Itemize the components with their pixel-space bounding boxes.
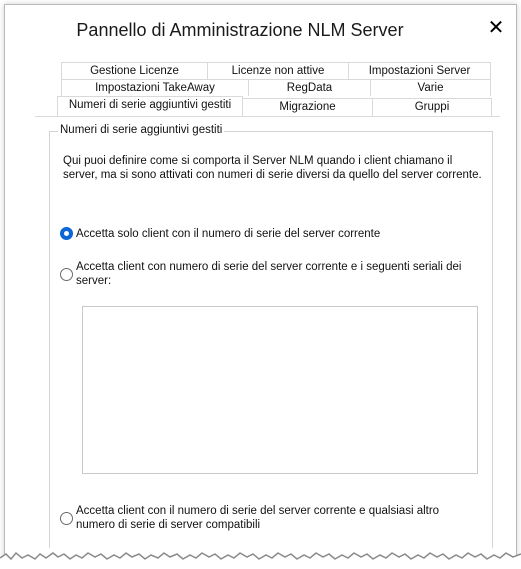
close-icon[interactable]: ✕	[482, 13, 510, 41]
tab-row-3: Numeri di serie aggiuntivi gestiti Migra…	[57, 96, 498, 116]
admin-dialog: Pannello di Amministrazione NLM Server ✕…	[4, 4, 517, 562]
tab-migrazione[interactable]: Migrazione	[242, 98, 373, 116]
radio-unselected-icon[interactable]	[60, 512, 73, 525]
option-label: Accetta client con numero di serie del s…	[76, 261, 462, 287]
tab-numeri-serie-aggiuntivi[interactable]: Numeri di serie aggiuntivi gestiti	[57, 96, 243, 116]
title-bar: Pannello di Amministrazione NLM Server ✕	[5, 5, 516, 55]
tab-impostazioni-server[interactable]: Impostazioni Server	[348, 62, 491, 79]
option-label: Accetta solo client con il numero di ser…	[76, 228, 381, 240]
tab-panel: Numeri di serie aggiuntivi gestiti Qui p…	[35, 116, 500, 548]
group-legend: Numeri di serie aggiuntivi gestiti	[58, 124, 225, 136]
radio-selected-icon[interactable]	[60, 227, 73, 240]
server-serials-listbox[interactable]	[82, 306, 478, 474]
tab-regdata[interactable]: RegData	[248, 79, 371, 96]
window-title: Pannello di Amministrazione NLM Server	[76, 20, 404, 40]
tab-row-2: Impostazioni TakeAway RegData Varie	[61, 79, 492, 96]
group-description: Qui puoi definire come si comporta il Se…	[63, 155, 482, 181]
tab-gruppi[interactable]: Gruppi	[372, 98, 492, 116]
serial-numbers-group: Numeri di serie aggiuntivi gestiti Qui p…	[49, 124, 493, 548]
option-current-and-list[interactable]: Accetta client con numero di serie del s…	[60, 260, 480, 288]
tab-impostazioni-takeaway[interactable]: Impostazioni TakeAway	[61, 79, 249, 96]
radio-unselected-icon[interactable]	[60, 268, 73, 281]
tab-varie[interactable]: Varie	[370, 79, 491, 96]
tab-gestione-licenze[interactable]: Gestione Licenze	[61, 62, 208, 79]
tab-licenze-non-attive[interactable]: Licenze non attive	[207, 62, 349, 79]
option-current-and-compatible[interactable]: Accetta client con il numero di serie de…	[60, 504, 480, 532]
torn-edge	[0, 551, 521, 569]
option-current-only[interactable]: Accetta solo client con il numero di ser…	[60, 227, 380, 241]
tab-row-1: Gestione Licenze Licenze non attive Impo…	[61, 62, 492, 79]
option-label: Accetta client con il numero di serie de…	[76, 505, 440, 531]
